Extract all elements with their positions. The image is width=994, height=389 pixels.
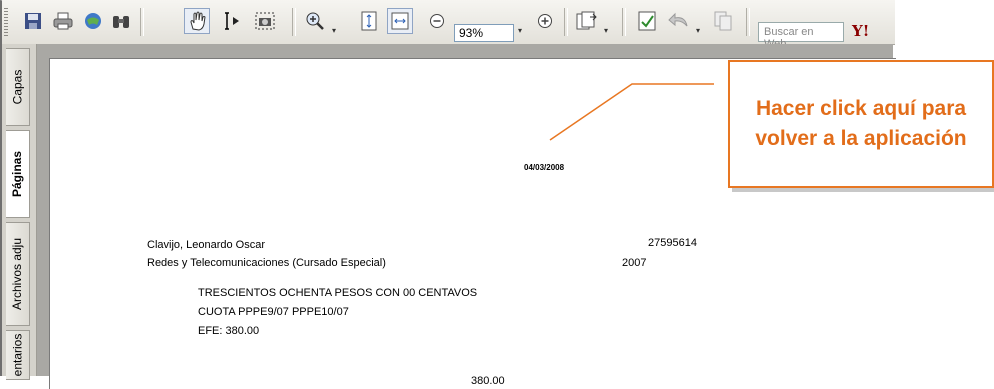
zoom-in-icon[interactable]: [532, 8, 558, 34]
toolbar-separator: [564, 8, 568, 36]
program-year: 2007: [622, 257, 647, 269]
pages-dropdown[interactable]: ▾: [604, 26, 612, 38]
web-search-input[interactable]: Buscar en Web: [758, 22, 844, 50]
toolbar-separator: [746, 8, 750, 36]
callout-text: Hacer click aquí para volver a la aplica…: [755, 97, 967, 150]
navigation-panel-tabs: Capas Páginas Archivos adju entarios: [2, 44, 37, 380]
zoom-tool-dropdown[interactable]: ▾: [332, 26, 340, 38]
tab-label: Archivos adju: [10, 237, 25, 311]
find-icon[interactable]: [108, 8, 134, 34]
student-name: Clavijo, Leonardo Oscar: [147, 239, 266, 251]
zoom-out-icon[interactable]: [424, 8, 450, 34]
installment-codes: CUOTA PPPE9/07 PPPE10/07: [198, 306, 349, 318]
email-icon[interactable]: [80, 8, 106, 34]
tab-label: Páginas: [10, 150, 25, 198]
undo-dropdown[interactable]: ▾: [696, 26, 704, 38]
toolbar: ▾ ▾ ▾ ▾ Buscar en Web Y!: [2, 0, 895, 50]
hand-tool-icon[interactable]: [184, 8, 210, 34]
tab-label: Capas: [10, 69, 25, 105]
save-icon[interactable]: [20, 8, 46, 34]
toolbar-grip[interactable]: [4, 8, 8, 36]
total-amount: 380.00: [471, 375, 505, 387]
payment-method: EFE: 380.00: [198, 325, 260, 337]
zoom-input[interactable]: [454, 24, 514, 42]
receipt-date: 04/03/2008: [524, 163, 565, 172]
print-icon[interactable]: [50, 8, 76, 34]
select-text-icon[interactable]: [220, 8, 246, 34]
tab-label: entarios: [10, 333, 25, 377]
tab-archivos-adjuntos[interactable]: Archivos adju: [6, 222, 30, 326]
program-name: Redes y Telecomunicaciones (Cursado Espe…: [147, 257, 386, 269]
copy-icon[interactable]: [710, 8, 736, 34]
fit-width-icon[interactable]: [387, 8, 413, 34]
toolbar-separator: [292, 8, 296, 36]
fit-page-icon[interactable]: [356, 8, 382, 34]
return-to-app-callout[interactable]: Hacer click aquí para volver a la aplica…: [728, 60, 994, 188]
snapshot-icon[interactable]: [252, 8, 278, 34]
zoom-in-tool-icon[interactable]: [302, 8, 328, 34]
zoom-dropdown-arrow[interactable]: ▾: [518, 26, 526, 38]
tab-paginas[interactable]: Páginas: [6, 130, 30, 218]
tab-comentarios[interactable]: entarios: [6, 330, 30, 380]
spellcheck-icon[interactable]: [634, 8, 660, 34]
yahoo-icon[interactable]: Y!: [852, 22, 869, 40]
toolbar-separator: [622, 8, 626, 36]
amount-in-words: TRESCIENTOS OCHENTA PESOS CON 00 CENTAVO…: [198, 287, 478, 299]
undo-icon[interactable]: [666, 8, 692, 34]
pages-icon[interactable]: [574, 8, 600, 34]
tab-capas[interactable]: Capas: [6, 48, 30, 126]
toolbar-separator: [140, 8, 144, 36]
student-id: 27595614: [648, 237, 697, 249]
